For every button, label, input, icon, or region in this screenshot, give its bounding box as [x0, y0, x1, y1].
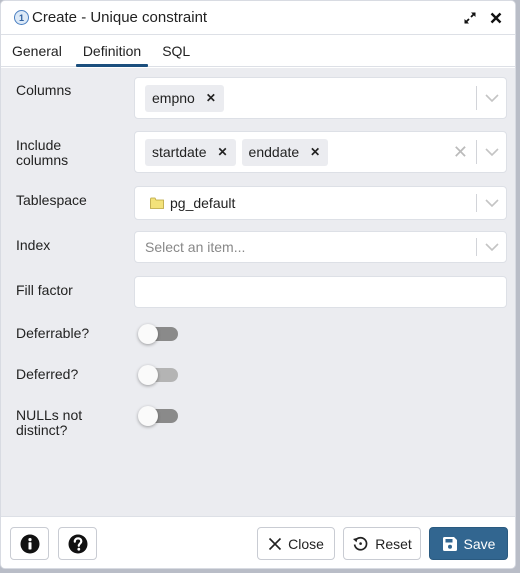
create-unique-constraint-dialog: 1 Create - Unique constraint General Def… — [0, 0, 516, 569]
toggle-knob — [138, 324, 158, 344]
definition-panel: Columns empno ✕ Include columns startdat… — [1, 68, 515, 516]
chip-label: startdate — [152, 144, 207, 160]
index-row: Index Select an item... — [16, 231, 507, 271]
deferred-label: Deferred? — [16, 366, 79, 382]
columns-select[interactable]: empno ✕ — [134, 77, 507, 119]
tab-label: General — [12, 42, 62, 59]
chevron-down-icon — [484, 199, 499, 207]
tablespace-select[interactable]: pg_default — [134, 186, 507, 220]
reset-icon — [353, 536, 368, 551]
chevron-down-icon — [484, 148, 499, 156]
toggle-knob — [138, 365, 158, 385]
tab-sql[interactable]: SQL — [155, 35, 197, 66]
chevron-down-icon — [484, 94, 499, 102]
deferred-row: Deferred? — [16, 365, 507, 390]
nulls-not-distinct-row: NULLs not distinct? — [16, 406, 507, 443]
save-icon — [442, 536, 457, 551]
dropdown-button[interactable] — [477, 199, 506, 207]
help-button[interactable] — [58, 527, 97, 560]
chip-label: enddate — [248, 144, 300, 160]
nulls-not-distinct-toggle[interactable] — [138, 406, 178, 426]
dialog-titlebar[interactable]: 1 Create - Unique constraint — [1, 1, 515, 35]
dropdown-button[interactable] — [477, 148, 506, 156]
column-chip: startdate ✕ — [145, 138, 236, 166]
chip-label: empno — [152, 90, 195, 106]
reset-button[interactable]: Reset — [343, 527, 421, 560]
include-columns-row: Include columns startdate ✕ enddate ✕ ✕ — [16, 131, 507, 177]
fill-factor-field[interactable] — [134, 276, 507, 308]
expand-button[interactable] — [459, 7, 481, 29]
tablespace-value: pg_default — [170, 195, 236, 211]
close-x-icon — [269, 537, 282, 550]
fill-factor-input[interactable] — [135, 277, 506, 307]
close-label: Close — [288, 535, 324, 552]
info-icon — [20, 534, 39, 553]
clear-all-icon[interactable]: ✕ — [453, 142, 468, 163]
tablespace-label: Tablespace — [16, 192, 87, 208]
chevron-down-icon — [484, 243, 499, 251]
deferred-toggle[interactable] — [138, 365, 178, 385]
index-select[interactable]: Select an item... — [134, 231, 507, 263]
remove-chip-icon[interactable]: ✕ — [310, 145, 320, 159]
tab-general[interactable]: General — [5, 35, 69, 66]
folder-icon — [150, 197, 164, 209]
help-icon — [68, 534, 87, 553]
remove-chip-icon[interactable]: ✕ — [206, 91, 216, 105]
tab-label: SQL — [162, 42, 191, 59]
save-button[interactable]: Save — [429, 527, 508, 560]
dropdown-button[interactable] — [477, 243, 506, 251]
deferrable-label: Deferrable? — [16, 325, 90, 341]
column-chip: enddate ✕ — [241, 138, 329, 166]
include-columns-label: Include columns — [16, 137, 69, 168]
close-button[interactable]: Close — [257, 527, 335, 560]
expand-icon — [464, 11, 476, 24]
fill-factor-label: Fill factor — [16, 282, 73, 298]
nulls-not-distinct-label: NULLs not distinct? — [16, 407, 83, 438]
column-chip: empno ✕ — [145, 84, 224, 112]
tab-label: Definition — [82, 42, 142, 59]
tablespace-row: Tablespace pg_default — [16, 186, 507, 226]
dropdown-button[interactable] — [477, 94, 506, 102]
remove-chip-icon[interactable]: ✕ — [217, 145, 227, 159]
tab-definition[interactable]: Definition — [75, 35, 149, 67]
dialog-footer: Close Reset Save — [1, 516, 515, 568]
index-placeholder: Select an item... — [145, 239, 246, 255]
info-button[interactable] — [10, 527, 49, 560]
reset-label: Reset — [375, 535, 412, 552]
close-icon — [490, 12, 502, 23]
include-columns-select[interactable]: startdate ✕ enddate ✕ ✕ — [134, 131, 507, 173]
info-number-icon: 1 — [14, 10, 29, 25]
toggle-knob — [138, 406, 158, 426]
deferrable-toggle[interactable] — [138, 324, 178, 344]
close-window-button[interactable] — [485, 7, 507, 29]
columns-row: Columns empno ✕ — [16, 77, 507, 119]
deferrable-row: Deferrable? — [16, 324, 507, 349]
columns-label: Columns — [16, 82, 72, 98]
dialog-title: Create - Unique constraint — [32, 9, 208, 26]
fill-factor-row: Fill factor — [16, 276, 507, 316]
save-label: Save — [463, 535, 496, 552]
tab-bar: General Definition SQL — [1, 35, 515, 67]
index-label: Index — [16, 237, 51, 253]
